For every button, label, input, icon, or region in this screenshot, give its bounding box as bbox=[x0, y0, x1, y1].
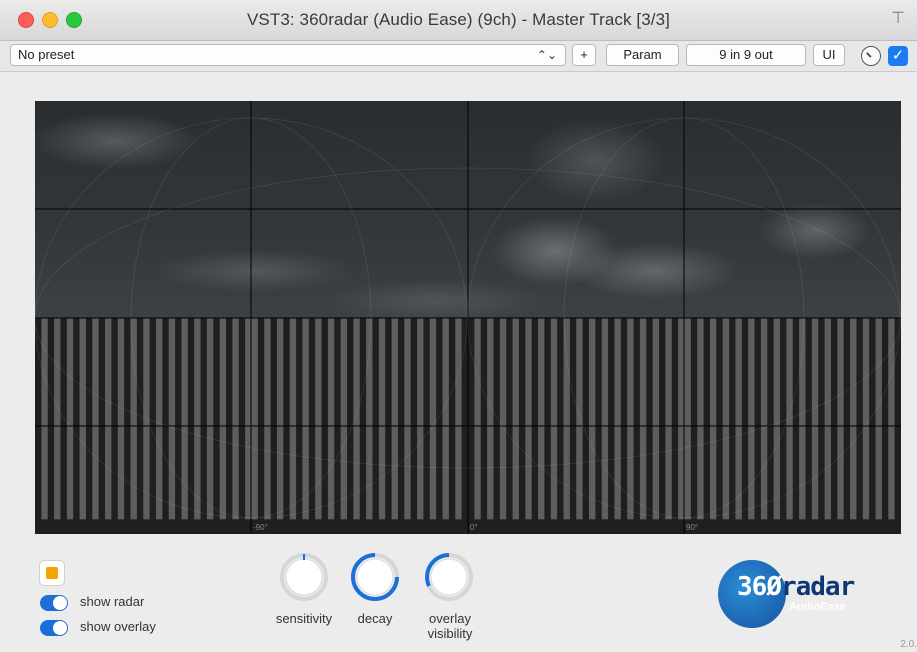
show-radar-toggle[interactable] bbox=[40, 595, 68, 611]
ui-button[interactable]: UI bbox=[813, 44, 845, 66]
panorama-view[interactable]: -90° 0° 90° bbox=[35, 101, 901, 534]
decay-label: decay bbox=[357, 611, 393, 626]
preset-value: No preset bbox=[18, 47, 75, 62]
sensitivity-label: sensitivity bbox=[275, 611, 333, 626]
stepper-icon: ⌃⌄ bbox=[536, 48, 557, 62]
degree-label-left: -90° bbox=[253, 523, 268, 532]
orange-indicator bbox=[46, 567, 58, 579]
logo-wordmark: 36Øradar bbox=[737, 572, 855, 602]
logo-number: 36 bbox=[737, 572, 767, 602]
grid-overlay bbox=[35, 101, 901, 534]
toggle-thumb bbox=[53, 621, 67, 635]
param-button[interactable]: Param bbox=[606, 44, 679, 66]
add-preset-button[interactable]: + bbox=[572, 44, 596, 66]
logo-word: radar bbox=[780, 572, 855, 602]
wet-knob-icon[interactable] bbox=[861, 46, 881, 66]
overlay-visibility-knob[interactable] bbox=[424, 552, 474, 602]
orange-square-button[interactable] bbox=[39, 560, 65, 586]
degree-label-center: 0° bbox=[470, 523, 478, 532]
pin-icon[interactable]: ⊤ bbox=[891, 8, 905, 28]
plugin-toolbar: No preset ⌃⌄ + Param 9 in 9 out UI ✓ bbox=[0, 41, 917, 72]
title-bar: VST3: 360radar (Audio Ease) (9ch) - Mast… bbox=[0, 0, 917, 41]
decay-knob[interactable] bbox=[350, 552, 400, 602]
logo-subtitle: AudioEase bbox=[789, 601, 846, 613]
degree-label-right: 90° bbox=[686, 523, 699, 532]
show-overlay-toggle[interactable] bbox=[40, 620, 68, 636]
show-overlay-label: show overlay bbox=[80, 619, 156, 634]
window-title: VST3: 360radar (Audio Ease) (9ch) - Mast… bbox=[246, 10, 670, 29]
enable-checkbox[interactable]: ✓ bbox=[888, 46, 908, 66]
show-radar-label: show radar bbox=[80, 594, 145, 609]
preset-select[interactable]: No preset ⌃⌄ bbox=[10, 44, 566, 66]
logo-slash-zero: Ø bbox=[766, 572, 782, 602]
toggle-thumb bbox=[53, 596, 67, 610]
overlay-visibility-label: overlay visibility bbox=[427, 611, 473, 641]
version-label: 2.0. bbox=[900, 639, 917, 650]
io-routing-button[interactable]: 9 in 9 out bbox=[686, 44, 806, 66]
sensitivity-knob[interactable] bbox=[279, 552, 329, 602]
